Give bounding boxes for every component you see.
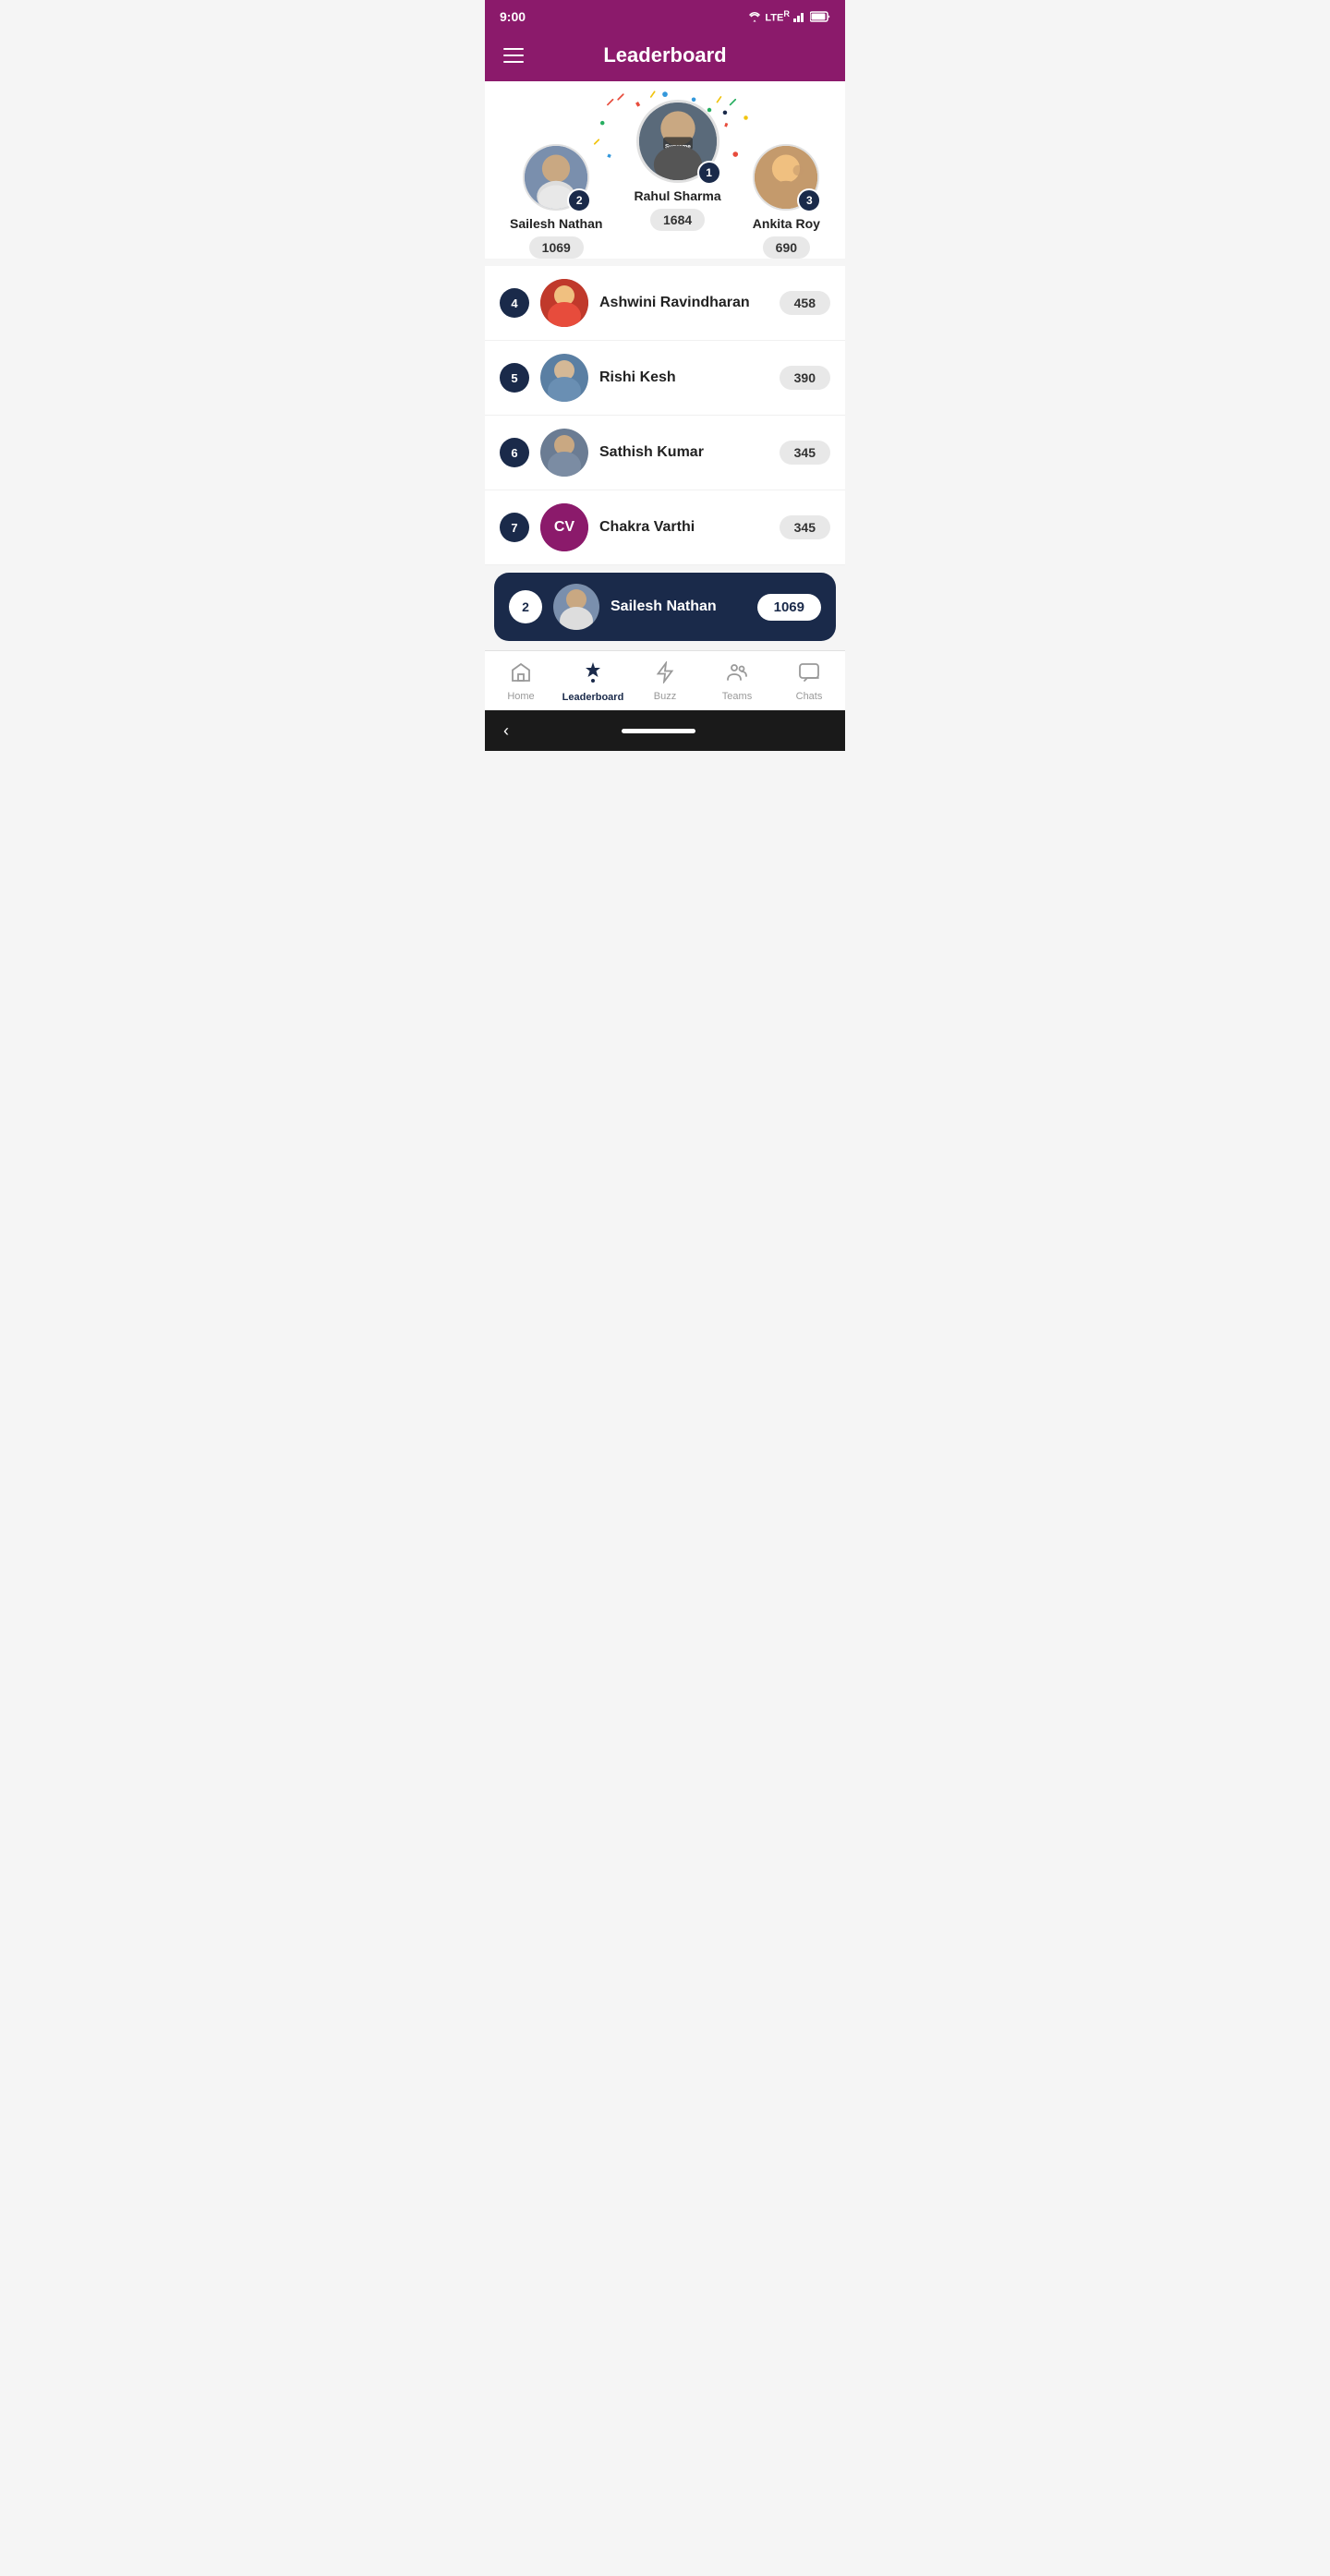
page-title: Leaderboard [603, 43, 726, 67]
list-name-7: Chakra Varthi [599, 519, 768, 536]
home-pill[interactable] [622, 729, 695, 733]
teams-icon [726, 661, 748, 687]
nav-item-chats[interactable]: Chats [773, 661, 845, 702]
buzz-icon [654, 661, 676, 687]
signal-icon [793, 11, 806, 22]
avatar-rishi [540, 354, 588, 402]
avatar-wrapper-third: 3 [753, 144, 819, 211]
rank-badge-1: 1 [697, 161, 721, 185]
current-user-score: 1069 [757, 594, 821, 621]
nav-item-teams[interactable]: Teams [701, 661, 773, 702]
podium-second: 2 Sailesh Nathan 1069 [510, 144, 602, 259]
list-score-4: 458 [780, 291, 830, 315]
current-user-bar: 2 Sailesh Nathan 1069 [494, 573, 836, 641]
nav-label-buzz: Buzz [654, 691, 676, 702]
nav-label-teams: Teams [722, 691, 752, 702]
rank-4: 4 [500, 288, 529, 318]
leaderboard-list: 4 Ashwini Ravindharan 458 5 Rishi Kesh 3… [485, 266, 845, 565]
bottom-nav: Home Leaderboard Buzz T [485, 650, 845, 710]
nav-item-buzz[interactable]: Buzz [629, 661, 701, 702]
status-bar: 9:00 LTER [485, 0, 845, 33]
list-item: 6 Sathish Kumar 345 [485, 416, 845, 490]
leaderboard-icon [581, 660, 605, 688]
list-name-6: Sathish Kumar [599, 444, 768, 461]
podium-score-third: 690 [763, 236, 810, 259]
battery-icon [810, 11, 830, 22]
list-item: 5 Rishi Kesh 390 [485, 341, 845, 416]
podium-name-first: Rahul Sharma [635, 188, 721, 203]
current-user-avatar [553, 584, 599, 630]
avatar-chakra: CV [540, 503, 588, 551]
nav-item-leaderboard[interactable]: Leaderboard [557, 660, 629, 703]
podium-row: 2 Sailesh Nathan 1069 Supreme [494, 100, 836, 231]
nav-label-chats: Chats [796, 691, 823, 702]
podium-first: Supreme 1 Rahul Sharma 1684 [635, 100, 721, 231]
menu-button[interactable] [500, 44, 527, 67]
header: Leaderboard [485, 33, 845, 81]
chats-icon [798, 661, 820, 687]
lte-label: LTER [765, 9, 790, 24]
podium-score-first: 1684 [650, 209, 705, 231]
nav-item-home[interactable]: Home [485, 661, 557, 702]
podium-score-second: 1069 [529, 236, 584, 259]
current-user-rank: 2 [509, 590, 542, 623]
back-button[interactable]: ‹ [503, 721, 509, 741]
list-score-6: 345 [780, 441, 830, 465]
rank-6: 6 [500, 438, 529, 467]
rank-badge-2: 2 [567, 188, 591, 212]
podium-name-third: Ankita Roy [753, 216, 820, 231]
status-icons: LTER [748, 9, 830, 24]
list-item: 4 Ashwini Ravindharan 458 [485, 266, 845, 341]
avatar-sathish [540, 429, 588, 477]
wifi-icon [748, 11, 761, 22]
list-name-5: Rishi Kesh [599, 369, 768, 386]
status-time: 9:00 [500, 9, 526, 24]
podium-name-second: Sailesh Nathan [510, 216, 602, 231]
system-bar: ‹ [485, 710, 845, 751]
list-score-5: 390 [780, 366, 830, 390]
rank-badge-3: 3 [797, 188, 821, 212]
avatar-wrapper-first: Supreme 1 [636, 100, 719, 183]
home-icon [510, 661, 532, 687]
podium-section: 2 Sailesh Nathan 1069 Supreme [485, 81, 845, 259]
nav-label-home: Home [507, 691, 534, 702]
avatar-ashwini [540, 279, 588, 327]
nav-label-leaderboard: Leaderboard [562, 692, 624, 703]
current-user-name: Sailesh Nathan [611, 599, 746, 615]
rank-7: 7 [500, 513, 529, 542]
podium-third: 3 Ankita Roy 690 [753, 144, 820, 259]
rank-5: 5 [500, 363, 529, 393]
list-item: 7 CV Chakra Varthi 345 [485, 490, 845, 565]
list-name-4: Ashwini Ravindharan [599, 295, 768, 311]
avatar-wrapper-second: 2 [523, 144, 589, 211]
list-score-7: 345 [780, 515, 830, 539]
